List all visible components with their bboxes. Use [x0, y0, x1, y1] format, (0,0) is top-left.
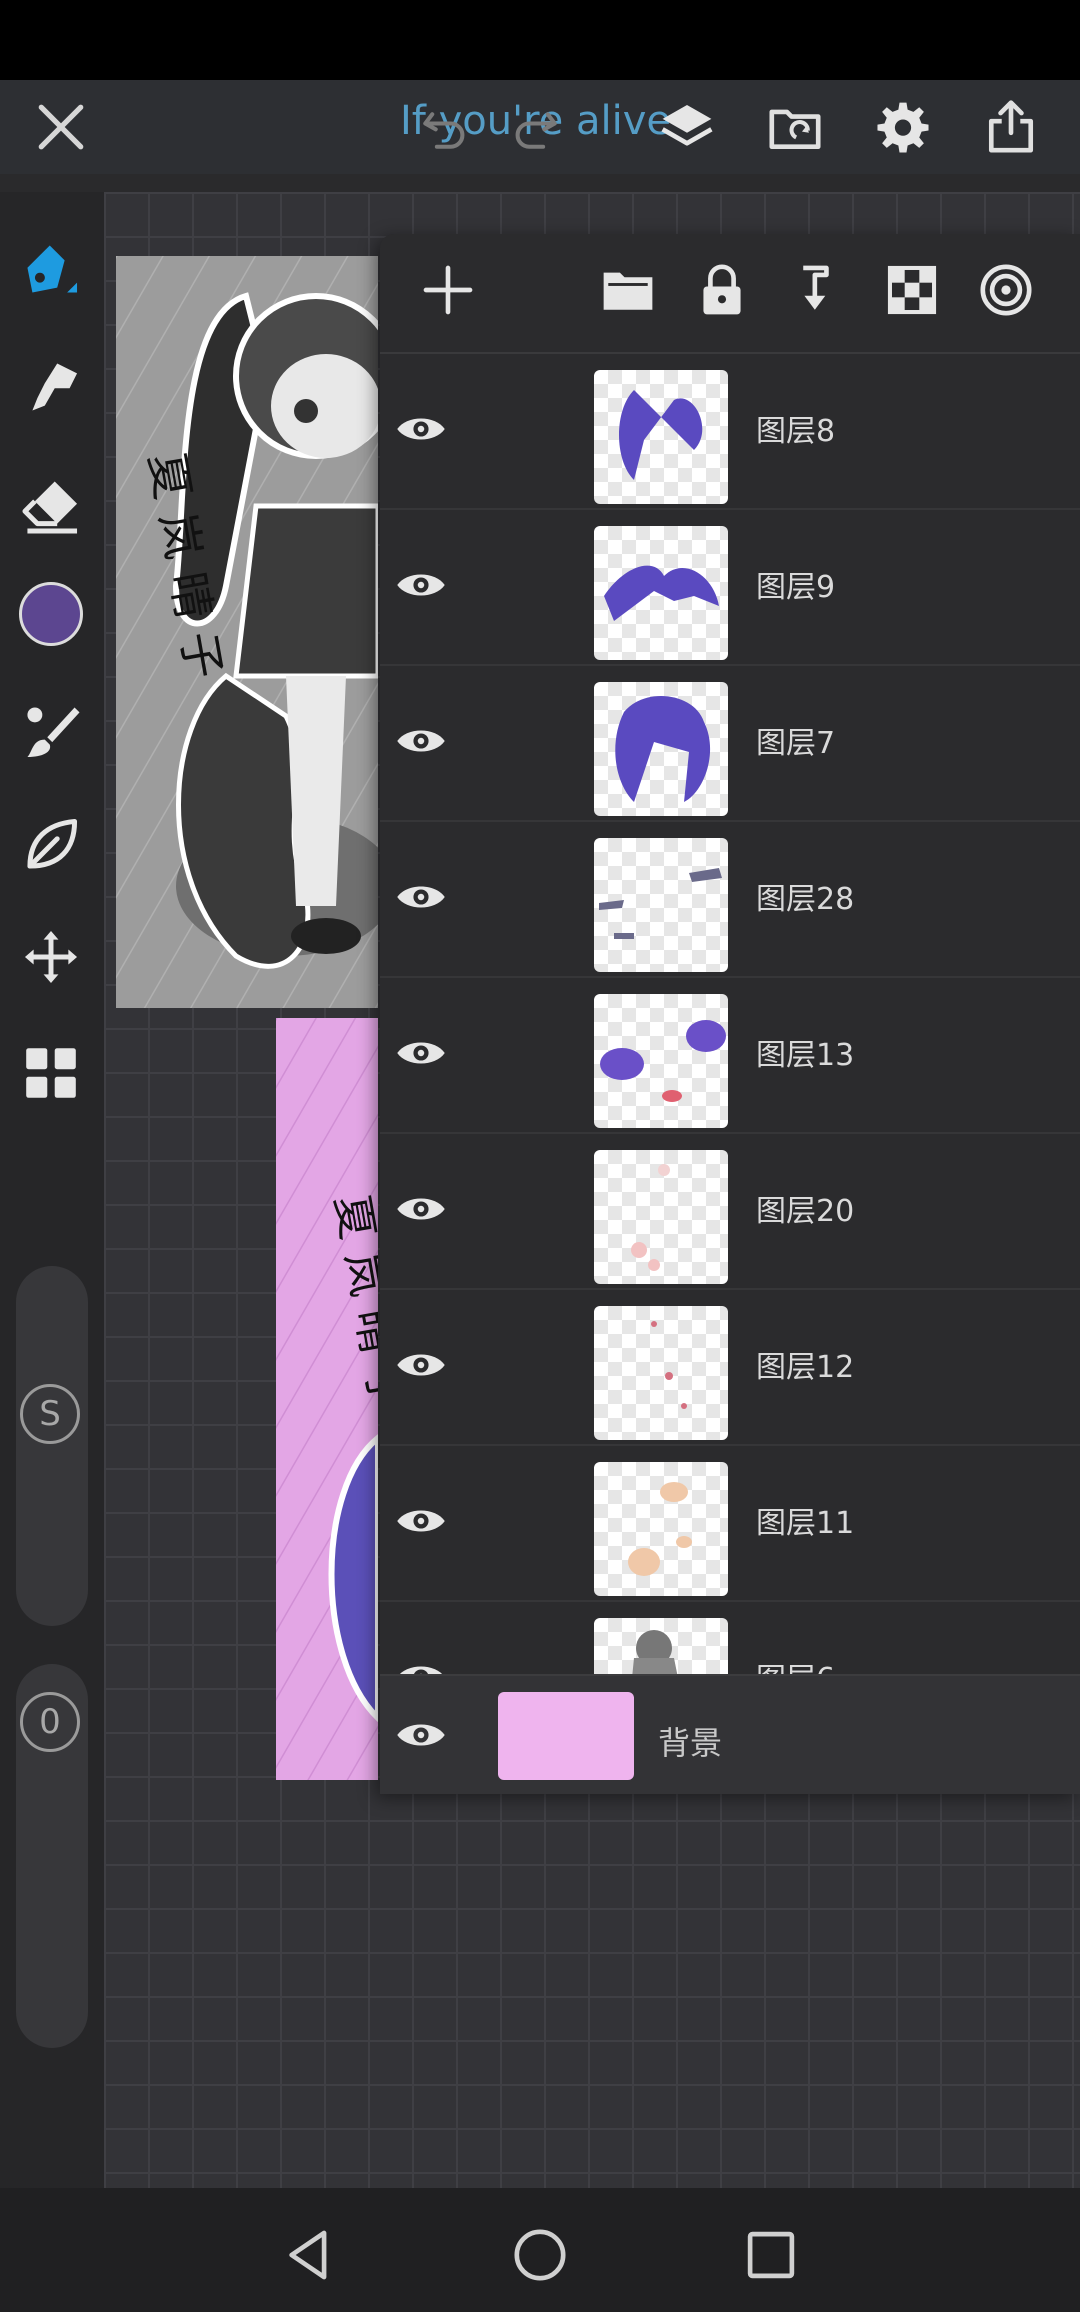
home-icon[interactable] [511, 2226, 569, 2284]
eye-icon[interactable] [394, 1182, 448, 1236]
redo-icon[interactable] [500, 92, 570, 162]
layer-thumbnail [594, 682, 728, 816]
layer-row[interactable]: 图层8 [380, 352, 1080, 510]
gear-icon[interactable] [868, 92, 938, 162]
layer-thumbnail [594, 1462, 728, 1596]
folder-icon[interactable] [592, 254, 664, 326]
layer-name: 图层9 [756, 570, 836, 605]
eye-icon[interactable] [394, 1026, 448, 1080]
layers-icon[interactable] [652, 92, 722, 162]
layer-name: 图层13 [756, 1038, 855, 1073]
pencil-icon[interactable] [14, 232, 88, 306]
layer-thumbnail [594, 1150, 728, 1284]
folder-sync-icon[interactable] [760, 92, 830, 162]
background-layer-name: 背景 [658, 1724, 723, 1762]
eye-icon[interactable] [394, 402, 448, 456]
back-icon[interactable] [280, 2226, 338, 2284]
layer-row[interactable]: 图层13 [380, 976, 1080, 1134]
layer-thumbnail [594, 838, 728, 972]
eye-icon[interactable] [394, 558, 448, 612]
close-icon[interactable] [26, 92, 96, 162]
grid-icon[interactable] [14, 1036, 88, 1110]
eye-icon[interactable] [394, 1494, 448, 1548]
size-slider[interactable] [16, 1266, 88, 1626]
layer-panel: 图层8 图层9 图层7 图层28 图层13 图层20 图层12 图层11 图层6 [380, 234, 1080, 1794]
eye-icon[interactable] [394, 870, 448, 924]
checkerboard-icon[interactable] [876, 254, 948, 326]
size-slider-label: S [20, 1384, 80, 1444]
artwork-panel-pink: 夏 岚 晴 子 [276, 1018, 378, 1780]
leaf-icon[interactable] [14, 808, 88, 882]
color-picker-swatch[interactable] [19, 582, 83, 646]
recents-icon[interactable] [742, 2226, 800, 2284]
layer-thumbnail [594, 526, 728, 660]
layer-name: 图层20 [756, 1194, 855, 1229]
merge-down-icon[interactable] [780, 254, 852, 326]
opacity-slider-label: 0 [20, 1692, 80, 1752]
undo-icon[interactable] [410, 92, 480, 162]
layer-row[interactable]: 图层11 [380, 1444, 1080, 1602]
layer-name: 图层12 [756, 1350, 855, 1385]
layer-row[interactable]: 图层9 [380, 508, 1080, 666]
layer-thumbnail [594, 1306, 728, 1440]
layer-name: 图层28 [756, 882, 855, 917]
layer-row[interactable]: 图层20 [380, 1132, 1080, 1290]
background-layer-row[interactable]: 背景 [380, 1674, 1080, 1794]
lock-icon[interactable] [686, 254, 758, 326]
layer-toolbar [380, 234, 1080, 354]
layer-row[interactable]: 图层12 [380, 1288, 1080, 1446]
layer-name: 图层7 [756, 726, 836, 761]
eraser-icon[interactable] [14, 468, 88, 542]
brush-icon[interactable] [14, 694, 88, 768]
eye-icon[interactable] [394, 1708, 448, 1762]
status-bar [0, 0, 1080, 80]
layer-thumbnail [594, 994, 728, 1128]
layer-thumbnail [594, 370, 728, 504]
layer-row[interactable]: 图层7 [380, 664, 1080, 822]
artwork-panel-grayscale: 夏 岚 晴 子 [116, 256, 378, 1008]
smudge-icon[interactable] [14, 350, 88, 424]
layer-row[interactable]: 图层28 [380, 820, 1080, 978]
add-icon[interactable] [412, 254, 484, 326]
layer-name: 图层11 [756, 1506, 855, 1541]
layer-name: 图层8 [756, 414, 836, 449]
share-icon[interactable] [976, 92, 1046, 162]
move-icon[interactable] [14, 920, 88, 994]
eye-icon[interactable] [394, 1338, 448, 1392]
eye-icon[interactable] [394, 714, 448, 768]
background-color-swatch[interactable] [498, 1692, 634, 1780]
blend-icon[interactable] [970, 254, 1042, 326]
